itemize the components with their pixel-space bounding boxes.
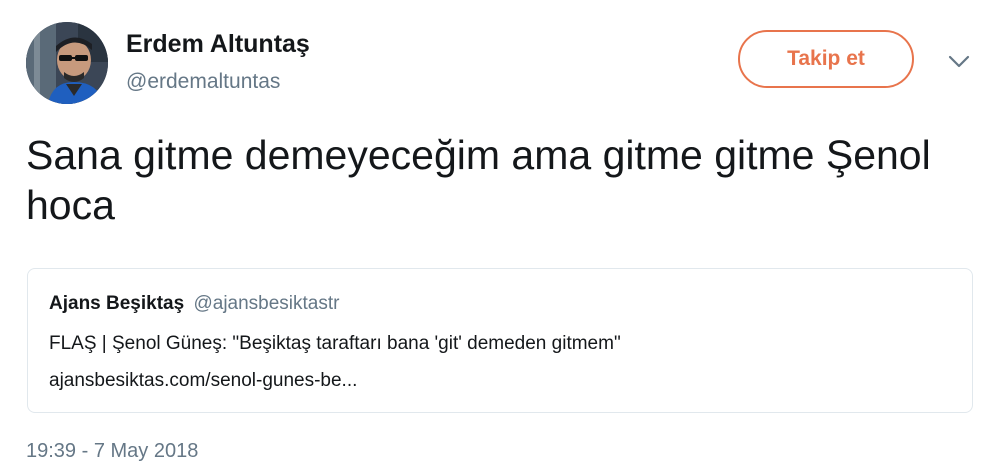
author-name[interactable]: Erdem Altuntaş bbox=[126, 30, 310, 59]
quoted-tweet-text: FLAŞ | Şenol Güneş: "Beşiktaş taraftarı … bbox=[49, 333, 621, 354]
tweet-text: Sana gitme demeyeceğim ama gitme gitme Ş… bbox=[26, 132, 931, 228]
follow-button[interactable]: Takip et bbox=[738, 30, 914, 88]
quoted-tweet-author: Ajans Beşiktaş @ajansbesiktastr bbox=[49, 293, 340, 315]
quoted-author-name: Ajans Beşiktaş bbox=[49, 293, 185, 314]
quoted-author-handle: @ajansbesiktastr bbox=[193, 293, 340, 314]
author-handle[interactable]: @erdemaltuntas bbox=[126, 70, 280, 94]
tweet-card: Erdem Altuntaş @erdemaltuntas Takip et S… bbox=[0, 0, 1000, 472]
chevron-down-icon bbox=[948, 55, 970, 67]
profile-photo-icon bbox=[26, 22, 108, 104]
quoted-tweet-link[interactable]: ajansbesiktas.com/senol-gunes-be... bbox=[49, 370, 357, 392]
more-options-button[interactable] bbox=[944, 50, 974, 72]
author-avatar[interactable] bbox=[26, 22, 108, 104]
tweet-timestamp[interactable]: 19:39 - 7 May 2018 bbox=[26, 440, 198, 463]
quoted-tweet-card[interactable]: Ajans Beşiktaş @ajansbesiktastr FLAŞ | Ş… bbox=[27, 268, 973, 413]
